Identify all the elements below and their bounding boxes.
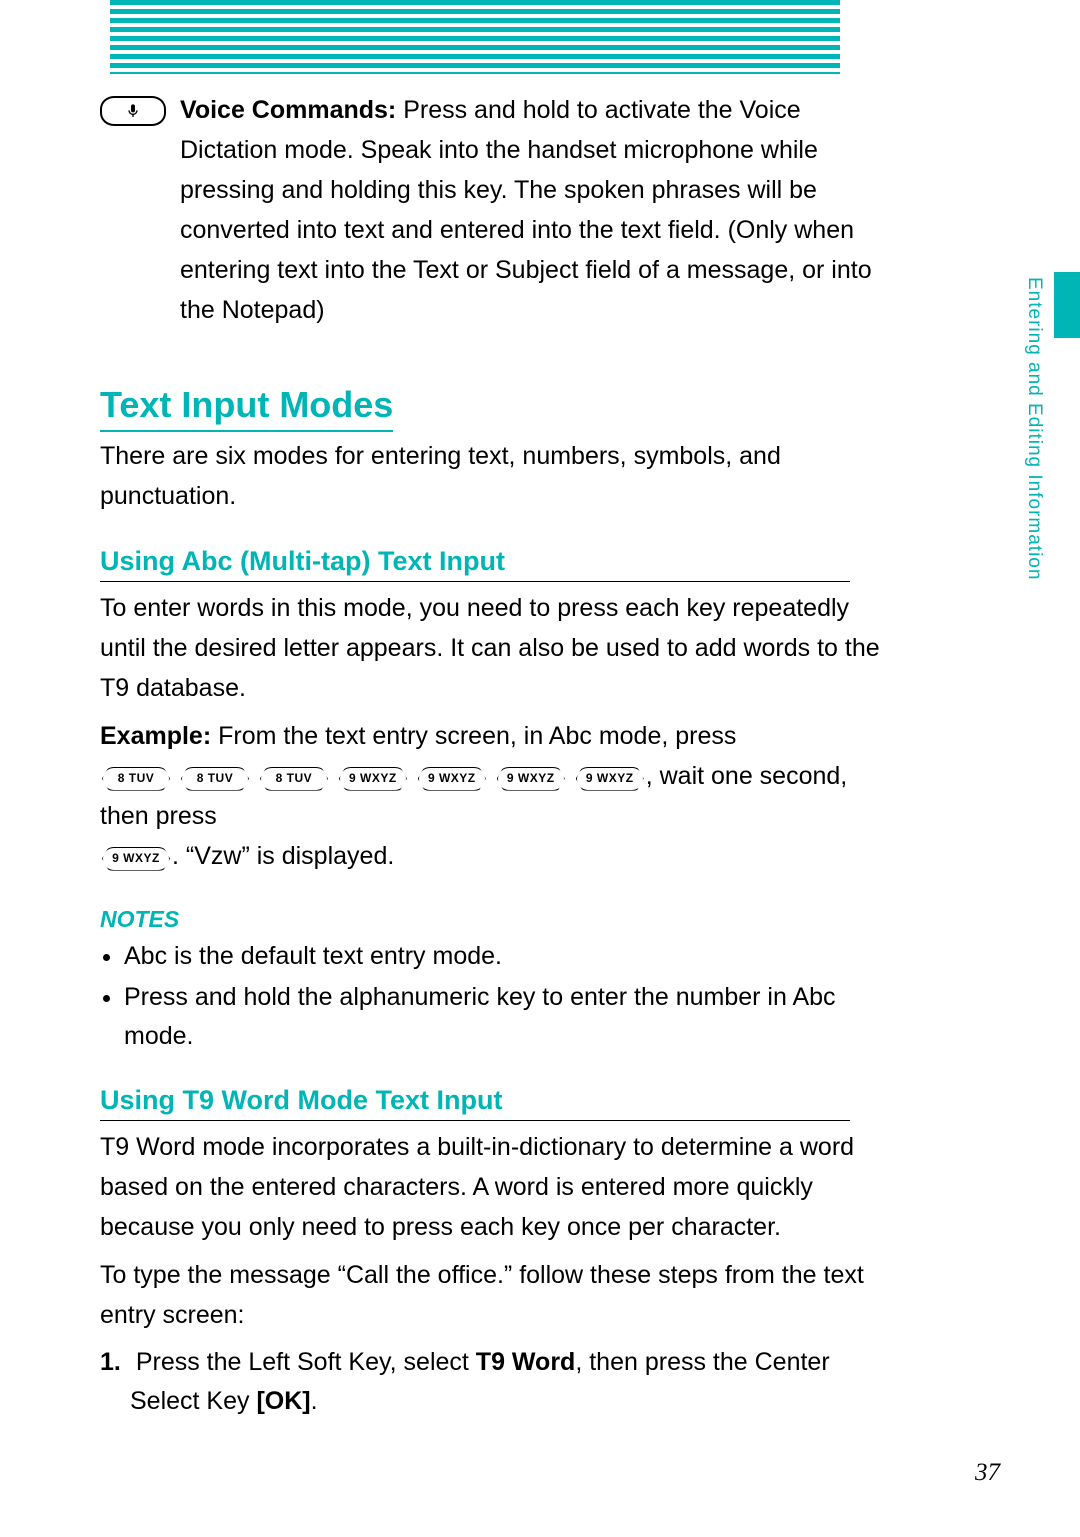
t9-paragraph-2: To type the message “Call the office.” f… bbox=[100, 1255, 880, 1335]
note-item: Abc is the default text entry mode. bbox=[124, 937, 880, 976]
page-header-decoration bbox=[110, 0, 840, 74]
example-tail-2: . “Vzw” is displayed. bbox=[172, 842, 394, 870]
t9-step-1: Press the Left Soft Key, select T9 Word,… bbox=[130, 1343, 880, 1421]
page-content: Voice Commands: Press and hold to activa… bbox=[100, 90, 880, 1421]
key-9-icon: 9 WXYZ bbox=[102, 847, 170, 871]
key-9-icon: 9 WXYZ bbox=[339, 767, 407, 791]
abc-paragraph: To enter words in this mode, you need to… bbox=[100, 588, 880, 708]
example-label: Example: bbox=[100, 722, 211, 750]
chapter-tab-label: Entering and Editing Information bbox=[1025, 277, 1045, 597]
note-item: Press and hold the alphanumeric key to e… bbox=[124, 978, 880, 1056]
key-8-icon: 8 TUV bbox=[102, 767, 170, 791]
voice-commands-label: Voice Commands: bbox=[180, 96, 396, 124]
step1-ok: [OK] bbox=[256, 1387, 310, 1415]
abc-example: Example: From the text entry screen, in … bbox=[100, 716, 880, 876]
key-8-icon: 8 TUV bbox=[260, 767, 328, 791]
page-number: 37 bbox=[975, 1459, 1000, 1487]
t9-paragraph-1: T9 Word mode incorporates a built-in-dic… bbox=[100, 1127, 880, 1247]
microphone-key-icon bbox=[100, 96, 166, 126]
section-intro: There are six modes for entering text, n… bbox=[100, 436, 880, 516]
voice-commands-desc: Press and hold to activate the Voice Dic… bbox=[180, 96, 872, 324]
chapter-tab bbox=[1054, 272, 1080, 338]
t9-steps: Press the Left Soft Key, select T9 Word,… bbox=[100, 1343, 880, 1421]
voice-commands-block: Voice Commands: Press and hold to activa… bbox=[100, 90, 880, 338]
subsection-abc-heading: Using Abc (Multi-tap) Text Input bbox=[100, 546, 850, 582]
voice-commands-text: Voice Commands: Press and hold to activa… bbox=[180, 90, 880, 330]
section-heading-text-input-modes: Text Input Modes bbox=[100, 384, 393, 432]
step1-pre: Press the Left Soft Key, select bbox=[136, 1348, 476, 1376]
step1-t9word: T9 Word bbox=[476, 1348, 576, 1376]
key-9-icon: 9 WXYZ bbox=[418, 767, 486, 791]
key-8-icon: 8 TUV bbox=[181, 767, 249, 791]
notes-label: NOTES bbox=[100, 906, 880, 933]
subsection-t9-heading: Using T9 Word Mode Text Input bbox=[100, 1085, 850, 1121]
step1-post: . bbox=[311, 1387, 318, 1415]
key-9-icon: 9 WXYZ bbox=[497, 767, 565, 791]
manual-page: Entering and Editing Information Voice C… bbox=[0, 0, 1080, 1537]
microphone-icon bbox=[125, 103, 141, 119]
key-9-icon: 9 WXYZ bbox=[576, 767, 644, 791]
notes-list: Abc is the default text entry mode. Pres… bbox=[102, 937, 880, 1055]
example-lead: From the text entry screen, in Abc mode,… bbox=[211, 722, 736, 750]
